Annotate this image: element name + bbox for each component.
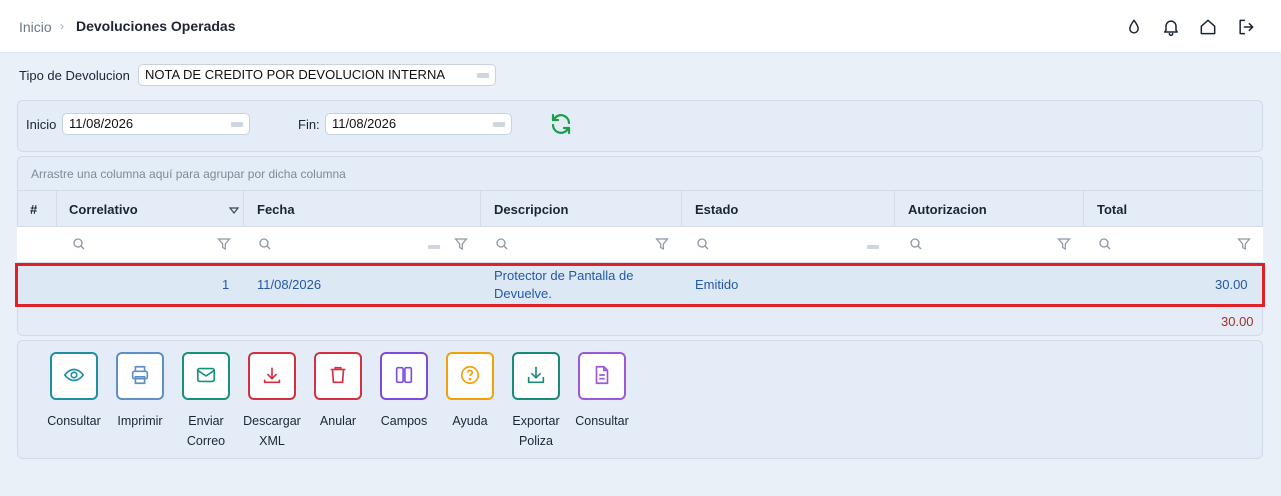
search-icon[interactable] bbox=[258, 237, 272, 251]
table-row[interactable]: 1 11/08/2026 Protector de Pantalla de De… bbox=[17, 265, 1263, 305]
descargar-xml-button[interactable] bbox=[248, 352, 296, 400]
consultar-label: Consultar bbox=[47, 414, 101, 428]
calendar-dropdown-icon[interactable] bbox=[231, 122, 243, 127]
page-title: Devoluciones Operadas bbox=[76, 18, 236, 34]
cell-descripcion-line2: Devuelve. bbox=[494, 286, 552, 301]
help-icon bbox=[459, 364, 481, 389]
fin-date-value: 11/08/2026 bbox=[332, 116, 397, 131]
fin-date-field[interactable]: 11/08/2026 bbox=[325, 113, 512, 135]
cell-fecha: 11/08/2026 bbox=[257, 277, 322, 292]
filter-icon[interactable] bbox=[454, 237, 468, 251]
filter-icon[interactable] bbox=[1057, 237, 1071, 251]
grid-header: # Correlativo Fecha Descripcion Estado A… bbox=[17, 190, 1263, 227]
campos-button[interactable] bbox=[380, 352, 428, 400]
bell-icon[interactable] bbox=[1161, 17, 1181, 37]
drop-icon[interactable] bbox=[1124, 17, 1144, 37]
columns-icon bbox=[393, 364, 415, 389]
fin-label: Fin: bbox=[298, 117, 320, 132]
cell-descripcion-line1: Protector de Pantalla de bbox=[494, 268, 634, 283]
home-icon[interactable] bbox=[1198, 17, 1218, 37]
breadcrumb-separator: › bbox=[60, 19, 64, 33]
cell-correlativo: 1 bbox=[222, 277, 230, 292]
inicio-date-value: 11/08/2026 bbox=[69, 116, 134, 131]
anular-button[interactable] bbox=[314, 352, 362, 400]
ayuda-label: Ayuda bbox=[452, 414, 488, 428]
trash-icon bbox=[327, 364, 349, 389]
anular-label: Anular bbox=[319, 414, 357, 428]
filter-row bbox=[17, 227, 1263, 263]
search-icon[interactable] bbox=[495, 237, 509, 251]
dropdown-handle[interactable] bbox=[428, 245, 440, 249]
column-header-correlativo[interactable]: Correlativo bbox=[69, 202, 138, 217]
exportar-poliza-label: Exportar Poliza bbox=[512, 414, 560, 448]
column-header-number[interactable]: # bbox=[30, 202, 37, 217]
filter-icon[interactable] bbox=[1237, 237, 1251, 251]
refresh-icon[interactable] bbox=[549, 112, 573, 136]
export-icon bbox=[525, 364, 547, 389]
column-header-total[interactable]: Total bbox=[1097, 202, 1127, 217]
filter-icon[interactable] bbox=[217, 237, 231, 251]
logout-icon[interactable] bbox=[1236, 17, 1256, 37]
search-icon[interactable] bbox=[696, 237, 710, 251]
campos-label: Campos bbox=[380, 414, 428, 428]
grid-footer-total: 30.00 bbox=[1221, 314, 1254, 329]
sort-desc-icon[interactable] bbox=[228, 204, 240, 216]
consultar-documento-button[interactable] bbox=[578, 352, 626, 400]
enviar-correo-label: Enviar Correo bbox=[186, 414, 226, 448]
exportar-poliza-button[interactable] bbox=[512, 352, 560, 400]
column-header-fecha[interactable]: Fecha bbox=[257, 202, 295, 217]
enviar-correo-button[interactable] bbox=[182, 352, 230, 400]
group-by-hint: Arrastre una columna aquí para agrupar p… bbox=[31, 167, 346, 181]
imprimir-button[interactable] bbox=[116, 352, 164, 400]
download-icon bbox=[261, 364, 283, 389]
column-header-estado[interactable]: Estado bbox=[695, 202, 738, 217]
printer-icon bbox=[129, 364, 151, 389]
column-header-descripcion[interactable]: Descripcion bbox=[494, 202, 568, 217]
descargar-xml-label: Descargar XML bbox=[243, 414, 301, 448]
document-icon bbox=[591, 364, 613, 389]
tipo-select-value: NOTA DE CREDITO POR DEVOLUCION INTERNA bbox=[145, 67, 446, 82]
column-header-autorizacion[interactable]: Autorizacion bbox=[908, 202, 987, 217]
ayuda-button[interactable] bbox=[446, 352, 494, 400]
consultar-button[interactable] bbox=[50, 352, 98, 400]
calendar-dropdown-icon[interactable] bbox=[493, 122, 505, 127]
top-bar: Inicio › Devoluciones Operadas bbox=[0, 0, 1281, 53]
mail-icon bbox=[195, 364, 217, 389]
chevron-down-icon[interactable] bbox=[477, 73, 489, 78]
breadcrumb-home[interactable]: Inicio bbox=[19, 19, 52, 35]
consultar-documento-label: Consultar bbox=[575, 414, 629, 428]
inicio-date-field[interactable]: 11/08/2026 bbox=[62, 113, 250, 135]
search-icon[interactable] bbox=[1098, 237, 1112, 251]
inicio-label: Inicio bbox=[26, 117, 57, 132]
search-icon[interactable] bbox=[909, 237, 923, 251]
imprimir-label: Imprimir bbox=[117, 414, 163, 428]
tipo-label: Tipo de Devolucion bbox=[19, 68, 130, 83]
eye-icon bbox=[63, 364, 85, 389]
cell-total: 30.00 bbox=[1215, 277, 1248, 292]
tipo-select[interactable]: NOTA DE CREDITO POR DEVOLUCION INTERNA bbox=[138, 64, 496, 86]
search-icon[interactable] bbox=[72, 237, 86, 251]
filter-icon[interactable] bbox=[655, 237, 669, 251]
cell-estado: Emitido bbox=[695, 277, 739, 292]
dropdown-handle[interactable] bbox=[867, 245, 879, 249]
